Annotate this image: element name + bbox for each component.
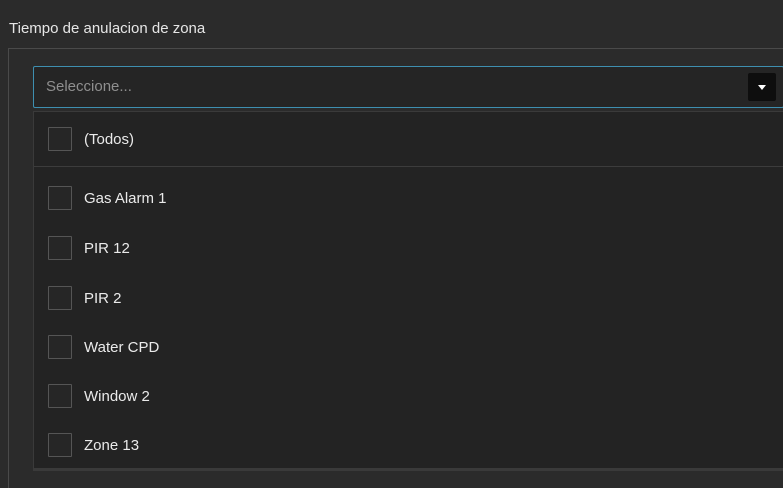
select-all-label: (Todos): [84, 130, 135, 148]
option-label: PIR 2: [84, 289, 122, 307]
option-label: Window 2: [84, 387, 150, 405]
option-checkbox[interactable]: [48, 186, 72, 210]
option-label: Gas Alarm 1: [84, 189, 167, 207]
list-item[interactable]: Gas Alarm 1: [34, 174, 783, 222]
divider: [34, 166, 783, 167]
option-label: Water CPD: [84, 338, 160, 356]
zone-dropdown-list: (Todos) Gas Alarm 1 PIR 12 PIR 2 Water C…: [33, 111, 783, 469]
option-checkbox[interactable]: [48, 433, 72, 457]
zone-select-input[interactable]: Seleccione...: [46, 67, 132, 107]
list-item[interactable]: Water CPD: [34, 323, 783, 371]
option-checkbox[interactable]: [48, 286, 72, 310]
list-item[interactable]: Window 2: [34, 372, 783, 420]
option-checkbox[interactable]: [48, 236, 72, 260]
option-checkbox[interactable]: [48, 384, 72, 408]
dropdown-toggle-button[interactable]: [748, 73, 776, 101]
list-item[interactable]: Zone 13: [34, 421, 783, 469]
caret-down-icon: [758, 84, 766, 90]
select-all-checkbox[interactable]: [48, 127, 72, 151]
option-label: Zone 13: [84, 436, 140, 454]
option-label: PIR 12: [84, 239, 130, 257]
zone-bypass-time-panel: Tiempo de anulacion de zona Seleccione..…: [0, 0, 783, 488]
dropdown-bottom-edge: [33, 469, 783, 471]
panel-title: Tiempo de anulacion de zona: [9, 20, 206, 37]
option-checkbox[interactable]: [48, 335, 72, 359]
list-item[interactable]: PIR 2: [34, 274, 783, 322]
zone-select[interactable]: Seleccione...: [33, 66, 783, 108]
list-item[interactable]: PIR 12: [34, 224, 783, 272]
option-select-all[interactable]: (Todos): [34, 115, 783, 163]
